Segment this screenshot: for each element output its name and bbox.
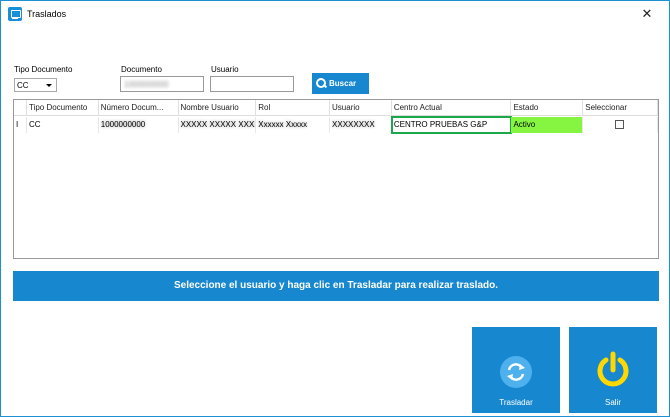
- chevron-down-icon: [46, 84, 52, 87]
- seleccionar-checkbox[interactable]: [615, 120, 625, 129]
- row-header-column: [14, 100, 27, 115]
- cell-estado: Activo: [511, 117, 584, 133]
- title-bar: Traslados ✕: [1, 1, 669, 27]
- grid-header: Tipo Documento Número Docum... Nombre Us…: [14, 100, 658, 116]
- cell-usuario: XXXXXXXX: [330, 117, 392, 133]
- traslados-window: Traslados ✕ Tipo Documento CC Documento …: [0, 0, 670, 417]
- search-icon: [316, 78, 327, 89]
- column-header-nombre-usuario[interactable]: Nombre Usuario: [179, 100, 257, 115]
- instruction-banner: Seleccione el usuario y haga clic en Tra…: [13, 271, 659, 301]
- users-grid[interactable]: Tipo Documento Número Docum... Nombre Us…: [13, 99, 659, 259]
- column-header-centro-actual[interactable]: Centro Actual: [392, 100, 512, 115]
- power-icon: [595, 351, 631, 391]
- row-marker: I: [14, 117, 27, 133]
- column-header-usuario[interactable]: Usuario: [330, 100, 392, 115]
- window-title: Traslados: [27, 9, 67, 19]
- trasladar-button[interactable]: Trasladar: [472, 327, 560, 413]
- tipo-documento-select[interactable]: CC: [14, 78, 57, 92]
- refresh-icon: [500, 356, 532, 388]
- column-header-tipo-documento[interactable]: Tipo Documento: [27, 100, 99, 115]
- table-row[interactable]: I CC 1000000000 XXXXX XXXXX XXXX Xxxxxx …: [14, 116, 658, 134]
- buscar-button[interactable]: Buscar: [312, 73, 369, 94]
- cell-nombre-usuario: XXXXX XXXXX XXXX: [179, 117, 257, 133]
- column-header-estado[interactable]: Estado: [511, 100, 584, 115]
- buscar-label: Buscar: [329, 79, 357, 88]
- column-header-numero-documento[interactable]: Número Docum...: [99, 100, 179, 115]
- trasladar-label: Trasladar: [499, 398, 533, 407]
- close-button[interactable]: ✕: [637, 5, 657, 23]
- salir-label: Salir: [604, 398, 621, 407]
- documento-input[interactable]: 1000000000: [120, 76, 204, 92]
- salir-button[interactable]: Salir: [569, 327, 657, 413]
- usuario-input[interactable]: [210, 76, 294, 92]
- cell-rol: Xxxxxx Xxxxx: [256, 117, 331, 133]
- monitor-icon: [8, 7, 22, 21]
- cell-centro-actual: CENTRO PRUEBAS G&P: [390, 116, 513, 134]
- tipo-documento-label: Tipo Documento: [14, 65, 73, 74]
- tipo-documento-value: CC: [17, 81, 29, 90]
- cell-seleccionar: [583, 117, 658, 133]
- column-header-seleccionar[interactable]: Seleccionar: [583, 100, 658, 115]
- cell-tipo-documento: CC: [27, 117, 99, 133]
- column-header-rol[interactable]: Rol: [256, 100, 331, 115]
- documento-label: Documento: [121, 65, 162, 74]
- usuario-label: Usuario: [211, 65, 239, 74]
- cell-numero-documento: 1000000000: [99, 117, 179, 133]
